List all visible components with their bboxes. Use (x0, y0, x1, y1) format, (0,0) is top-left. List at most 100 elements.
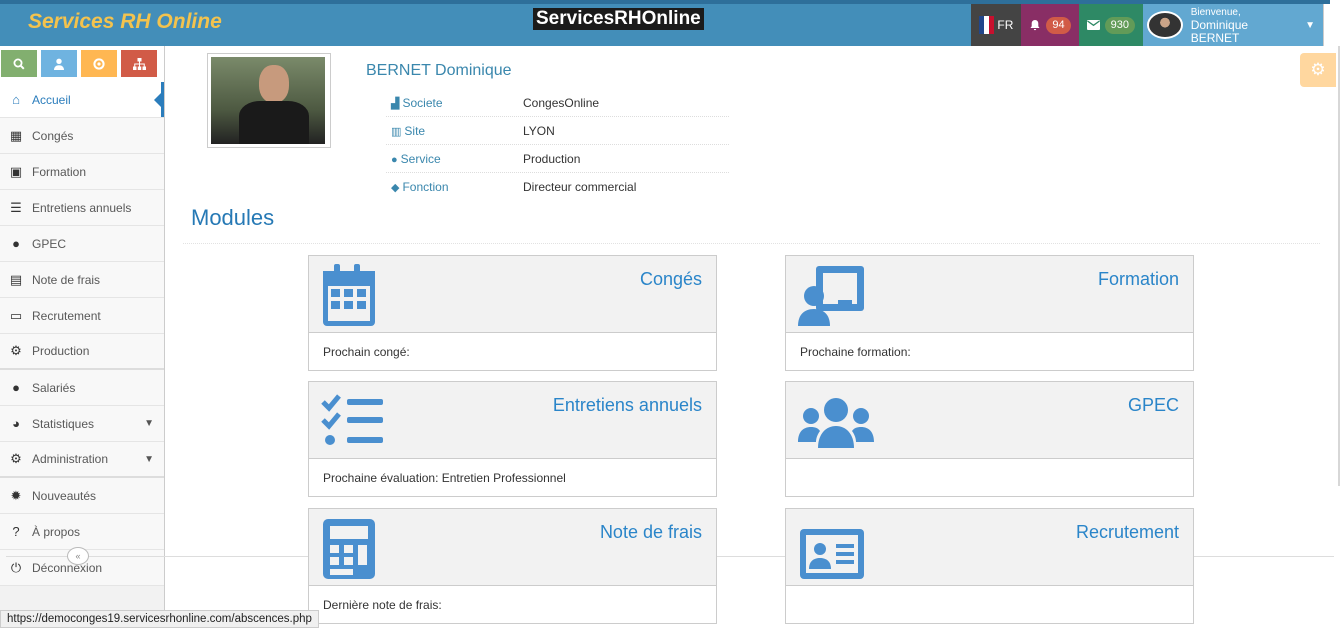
id-card-icon: ▭ (9, 307, 23, 323)
sidebar-item-nouveautes[interactable]: ✹ Nouveautés (0, 478, 164, 514)
sidebar-item-conges[interactable]: ▦ Congés (0, 118, 164, 154)
bell-icon (1030, 20, 1040, 31)
sidebar-item-production[interactable]: ⚙ Production (0, 334, 164, 370)
users-icon: ● (12, 236, 20, 251)
caret-down-icon: ▼ (1305, 19, 1315, 31)
module-card-footer (786, 586, 1193, 623)
sidebar-item-note-de-frais[interactable]: ▤ Note de frais (0, 262, 164, 298)
top-navbar: Services RH Online ServicesRHOnline FR 9… (0, 0, 1330, 46)
profile-photo-image (211, 57, 325, 144)
chevron-down-icon: ▼ (144, 418, 154, 429)
profile-label: Site (404, 123, 426, 138)
language-selector[interactable]: FR (971, 4, 1022, 46)
notifications-badge: 94 (1046, 16, 1071, 34)
sidebar-item-label: Congés (32, 128, 74, 143)
sidebar-item-label: Déconnexion (32, 560, 103, 575)
shortcut-search-button[interactable] (1, 50, 37, 77)
module-card-conges[interactable]: Congés Prochain congé: (308, 255, 717, 371)
module-card-title: Formation (1097, 269, 1179, 289)
calculator-icon (323, 519, 375, 579)
chevron-down-icon: ▼ (144, 453, 154, 465)
sidebar-item-label: Administration (32, 452, 109, 466)
profile-value: CongesOnline (523, 95, 600, 110)
id-card-icon (800, 529, 864, 579)
sidebar-item-label: Formation (32, 164, 87, 179)
sidebar-item-formation[interactable]: ▣ Formation (0, 154, 164, 190)
module-card-entretiens-annuels[interactable]: Entretiens annuels Prochaine évaluation:… (308, 381, 717, 497)
profile-label: Societe (402, 95, 443, 110)
sidebar-item-label: Statistiques (32, 416, 95, 431)
users-icon: ● (12, 380, 20, 395)
profile-info-table: ▟ Societe CongesOnline ▥ Site LYON ● Servic… (386, 89, 729, 201)
user-name: Dominique BERNET (1190, 17, 1249, 45)
sidebar-item-administration[interactable]: ⚙ Administration ▼ (0, 442, 164, 478)
module-card-title: Note de frais (599, 522, 702, 542)
tasks-icon (321, 394, 383, 445)
calendar-icon (323, 264, 375, 326)
user-icon: ● (391, 153, 398, 166)
cogs-icon: ⚙ (10, 451, 22, 466)
settings-toggle-button[interactable]: ⚙ (1300, 53, 1336, 87)
modules-title: Modules (191, 205, 275, 230)
chalkboard-teacher-icon (798, 266, 864, 326)
life-ring-icon (93, 57, 105, 70)
shortcut-user-button[interactable] (41, 50, 77, 77)
question-circle-icon: ? (12, 524, 20, 539)
shortcut-help-button[interactable] (81, 50, 117, 77)
module-card-header: Formation (786, 256, 1193, 333)
sitemap-icon (132, 57, 146, 70)
sidebar-item-salaries[interactable]: ● Salariés (0, 370, 164, 406)
profile-value: Production (523, 151, 581, 166)
module-card-header: Congés (309, 256, 716, 333)
navbar-right: FR 94 930 Bienvenue, Dominique BERNET ▼ (971, 4, 1330, 46)
calendar-icon: ▦ (9, 127, 23, 143)
module-card-note-de-frais[interactable]: Note de frais Dernière note de frais: (308, 508, 717, 624)
user-icon (54, 58, 64, 70)
sidebar-item-gpec[interactable]: ● GPEC (0, 226, 164, 262)
module-card-gpec[interactable]: GPEC (785, 381, 1194, 497)
module-card-recrutement[interactable]: Recrutement (785, 508, 1194, 624)
shortcut-org-button[interactable] (121, 50, 157, 77)
module-card-footer: Prochaine formation: (800, 344, 911, 359)
sidebar-shortcuts (0, 46, 164, 82)
center-logo-part1: ServicesRH (536, 8, 642, 29)
navbar-edge (1323, 4, 1330, 46)
center-logo: ServicesRHOnline (533, 8, 704, 30)
module-card-formation[interactable]: Formation Prochaine formation: (785, 255, 1194, 371)
industry-icon: ▟ (391, 97, 400, 110)
status-bar-url: https://democonges19.servicesrhonline.co… (0, 610, 319, 628)
welcome-text: Bienvenue, (1190, 6, 1241, 18)
profile-row-site: ▥ Site LYON (386, 117, 729, 145)
calculator-icon: ▤ (9, 271, 23, 287)
profile-row-service: ● Service Production (386, 145, 729, 173)
sidebar-item-label: Accueil (32, 92, 71, 107)
sidebar-item-label: GPEC (32, 236, 67, 251)
profile-row-fonction: ◆ Fonction Directeur commercial (386, 173, 729, 201)
sidebar-item-a-propos[interactable]: ? À propos (0, 514, 164, 550)
user-greeting: Bienvenue, Dominique BERNET (1191, 6, 1299, 45)
sidebar-item-recrutement[interactable]: ▭ Recrutement (0, 298, 164, 334)
notifications-button[interactable]: 94 (1021, 4, 1079, 46)
chalkboard-teacher-icon: ▣ (9, 163, 23, 179)
sidebar-item-statistiques[interactable]: ◕ Statistiques ▼ (0, 406, 164, 442)
module-card-footer: Dernière note de frais: (323, 597, 442, 612)
sidebar: ⌂ Accueil ▦ Congés ▣ Formation ☰ Entreti… (0, 46, 165, 628)
search-icon (13, 58, 25, 70)
pie-chart-icon: ◕ (12, 416, 20, 431)
sidebar-collapse-button[interactable]: « (67, 547, 89, 565)
user-menu[interactable]: Bienvenue, Dominique BERNET ▼ (1143, 4, 1323, 46)
messages-badge: 930 (1104, 16, 1135, 34)
users-cog-icon: ⚙ (10, 343, 22, 358)
building-icon: ▥ (391, 125, 402, 138)
sidebar-item-label: À propos (32, 524, 81, 539)
sidebar-item-accueil[interactable]: ⌂ Accueil (0, 82, 164, 118)
sidebar-item-entretiens[interactable]: ☰ Entretiens annuels (0, 190, 164, 226)
french-flag-icon (979, 16, 995, 34)
brand-title[interactable]: Services RH Online (28, 10, 222, 34)
profile-name: BERNET Dominique (366, 62, 512, 79)
module-card-title: Congés (639, 269, 702, 289)
tasks-icon: ☰ (10, 199, 22, 215)
messages-button[interactable]: 930 (1078, 4, 1143, 46)
module-card-title: GPEC (1127, 395, 1179, 415)
tags-icon: ◆ (391, 182, 400, 194)
